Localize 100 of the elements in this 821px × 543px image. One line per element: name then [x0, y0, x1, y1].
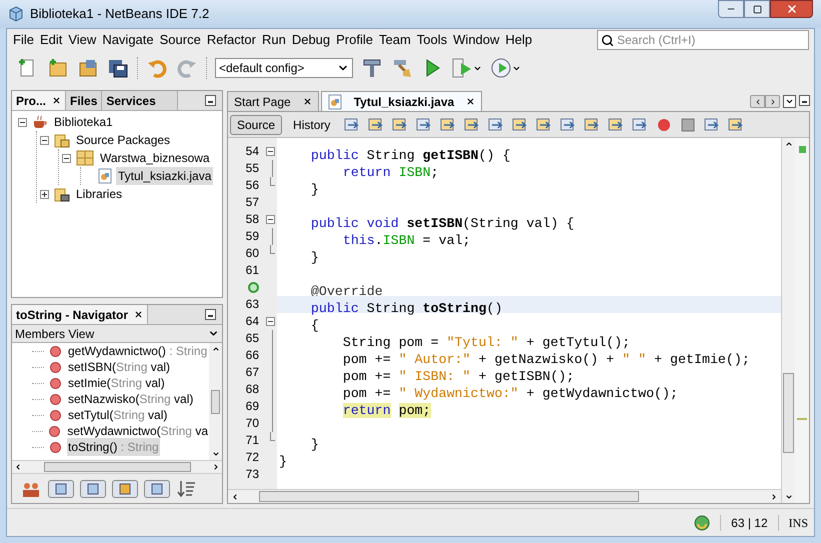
stop-icon[interactable] — [679, 116, 698, 134]
horizontal-scrollbar[interactable] — [12, 460, 222, 473]
expand-toggle[interactable] — [40, 190, 49, 198]
fold-toggle[interactable] — [266, 317, 274, 326]
menu-item[interactable]: Refactor — [204, 30, 259, 50]
code-line: @Override — [310, 284, 383, 299]
code-line: pom += " ISBN: " + getISBN(); — [342, 369, 574, 384]
scroll-thumb[interactable] — [783, 373, 794, 453]
panel-tab[interactable]: Pro... — [12, 91, 66, 110]
search-box[interactable]: Search (Ctrl+I) — [597, 30, 809, 50]
collapse-toggle[interactable] — [18, 118, 27, 126]
menu-item[interactable]: Run — [258, 30, 289, 50]
close-icon[interactable] — [52, 96, 62, 105]
close-icon[interactable] — [466, 97, 476, 106]
library-folder-icon — [54, 186, 70, 202]
config-dropdown[interactable]: <default config> — [215, 58, 353, 78]
folder-icon[interactable] — [77, 57, 99, 79]
line-number: 65 — [246, 330, 259, 347]
member-item[interactable]: setNazwisko(String val) — [67, 390, 194, 408]
member-item[interactable]: setImie(String val) — [67, 374, 166, 392]
code-line: public String toString() — [310, 301, 502, 316]
menu-item[interactable]: Profile — [333, 30, 376, 50]
close-icon[interactable] — [302, 97, 312, 106]
menu-item[interactable]: Source — [156, 30, 204, 50]
menu-item[interactable]: File — [10, 30, 37, 50]
vertical-scrollbar[interactable] — [781, 138, 795, 503]
member-item[interactable]: setWydawnictwo(String va — [66, 422, 209, 440]
tab-list-button[interactable] — [783, 95, 796, 108]
menu-item[interactable]: View — [65, 30, 100, 50]
scroll-thumb[interactable] — [211, 390, 220, 414]
new-folder-icon[interactable] — [47, 57, 69, 79]
maximize-icon — [752, 4, 762, 14]
method-icon — [50, 346, 61, 356]
hammer-icon[interactable] — [361, 57, 383, 79]
minimize-button[interactable] — [799, 95, 810, 106]
view-toggle[interactable]: Source — [230, 114, 282, 134]
line-number: 67 — [246, 364, 259, 381]
view-toggle[interactable]: History — [286, 114, 338, 134]
tree-item[interactable]: Tytul_ksiazki.java — [116, 167, 214, 185]
search-icon — [601, 34, 614, 46]
menu-item[interactable]: Tools — [414, 30, 450, 50]
tree-item[interactable]: Libraries — [74, 185, 124, 203]
code-line: public String getISBN() { — [310, 148, 510, 163]
scroll-thumb[interactable] — [259, 491, 639, 502]
line-number: 70 — [246, 415, 259, 432]
override-marker-icon[interactable] — [248, 282, 259, 293]
menu-item[interactable]: Team — [376, 30, 414, 50]
fold-toggle[interactable] — [266, 147, 274, 156]
caret-position: 63 | 12 — [731, 514, 768, 532]
member-item[interactable]: toString() : String — [67, 438, 160, 456]
panel-tab[interactable]: Files — [66, 91, 102, 110]
vertical-scrollbar[interactable] — [209, 343, 222, 460]
member-item[interactable]: getWydawnictwo() : String — [67, 343, 208, 360]
collapse-toggle[interactable] — [40, 136, 49, 144]
editor-tab[interactable]: Tytul_ksiazki.java — [320, 91, 482, 111]
scroll-left-button[interactable] — [750, 95, 765, 108]
editor-tab[interactable]: Start Page — [227, 91, 319, 111]
panel-tab[interactable]: toString - Navigator — [12, 305, 148, 324]
maximize-window-button[interactable] — [744, 0, 770, 18]
method-icon — [50, 442, 61, 452]
code-line: this.ISBN = val; — [342, 233, 471, 248]
line-number: 71 — [246, 432, 259, 449]
package-folder-icon — [54, 132, 70, 148]
line-number: 69 — [246, 398, 259, 415]
menu-item[interactable]: Navigate — [99, 30, 157, 50]
tree-item[interactable]: Source Packages — [74, 131, 172, 149]
gauge-icon[interactable] — [490, 57, 512, 79]
method-icon — [49, 426, 60, 436]
close-icon[interactable] — [134, 310, 144, 319]
line-number: 64 — [246, 313, 259, 330]
member-item[interactable]: setISBN(String val) — [67, 358, 172, 376]
minimize-button[interactable] — [205, 95, 216, 106]
tree-item[interactable]: Biblioteka1 — [52, 113, 115, 131]
menu-item[interactable]: Debug — [288, 30, 334, 50]
square-icon[interactable] — [54, 482, 68, 494]
line-number: 73 — [246, 466, 259, 483]
search-field[interactable]: Search (Ctrl+I) — [617, 31, 805, 49]
panel-tab[interactable]: Services — [102, 91, 178, 110]
line-number: 63 — [246, 296, 259, 313]
menu-item[interactable]: Window — [450, 30, 502, 50]
horizontal-scrollbar[interactable] — [228, 489, 781, 503]
java-file-icon — [98, 168, 112, 184]
method-icon — [50, 378, 61, 388]
broom-icon[interactable] — [391, 57, 413, 79]
tree-item[interactable]: Warstwa_biznesowa — [98, 149, 212, 167]
view-dropdown[interactable]: Members View — [12, 325, 222, 343]
close-window-button[interactable] — [770, 0, 813, 18]
menu-item[interactable]: Edit — [36, 30, 66, 50]
minimize-button[interactable] — [205, 309, 216, 320]
close-icon — [786, 3, 798, 15]
scroll-thumb[interactable] — [44, 462, 190, 472]
line-number: 54 — [246, 143, 259, 160]
method-icon — [50, 394, 61, 404]
member-item[interactable]: setTytul(String val) — [67, 406, 168, 424]
collapse-toggle[interactable] — [62, 154, 71, 162]
cube-icon — [8, 6, 24, 22]
line-number: 58 — [246, 211, 259, 228]
save-icon[interactable] — [107, 57, 129, 79]
menu-item[interactable]: Help — [502, 30, 536, 50]
fold-toggle[interactable] — [266, 215, 274, 224]
